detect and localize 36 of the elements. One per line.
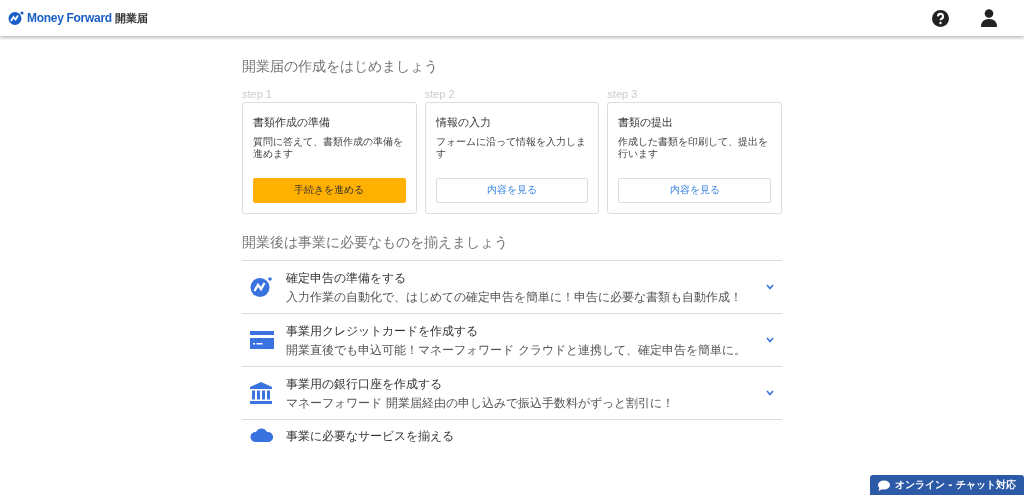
step-description: 作成した書類を印刷して、提出を行います (618, 136, 770, 161)
section-heading: 開業届の作成をはじめましょう (242, 58, 439, 76)
service-description: 入力作業の自動化で、はじめての確定申告を簡単に！申告に必要な書類も自動作成！ (286, 289, 743, 305)
credit-card-icon (250, 331, 274, 349)
chevron-down-icon[interactable] (766, 337, 774, 343)
service-row[interactable]: 確定申告の準備をする 入力作業の自動化で、はじめての確定申告を簡単に！申告に必要な書類も自動作成！ (242, 261, 782, 314)
step-title: 書類の提出 (618, 115, 675, 130)
service-row[interactable]: 事業用の銀行口座を作成する マネーフォワード 開業届経由の申し込みで振込手数料がずっと割引に！ (242, 367, 782, 420)
step-title: 情報の入力 (435, 115, 492, 130)
chevron-down-icon[interactable] (766, 284, 774, 290)
help-icon[interactable] (932, 9, 949, 27)
proceed-button[interactable]: 手続きを進める (253, 178, 406, 203)
bank-icon (250, 382, 272, 404)
service-title: 確定申告の準備をする (286, 269, 407, 287)
service-description: マネーフォワード 開業届経由の申し込みで振込手数料がずっと割引に！ (286, 395, 675, 411)
step-title: 書類作成の準備 (253, 115, 331, 130)
product-name: 開業届 (114, 10, 148, 26)
chat-button[interactable]: オンライン - チャット対応 (869, 475, 1024, 495)
service-title: 事業用の銀行口座を作成する (286, 375, 443, 393)
service-row[interactable]: 事業用クレジットカードを作成する 開業直後でも申込可能！マネーフォワード クラウドと連携して、確定申告を簡単に。 (242, 314, 782, 367)
step-description: フォームに沿って情報を入力します (435, 136, 587, 161)
logo-icon (8, 11, 24, 25)
speech-bubble-icon (877, 479, 890, 491)
chevron-down-icon[interactable] (766, 390, 774, 396)
user-icon[interactable] (981, 9, 997, 27)
view-button[interactable]: 内容を見る (435, 178, 589, 203)
cloud-icon (250, 428, 274, 442)
chart-logo-icon (250, 277, 272, 297)
step-description: 質問に答えて、書類作成の準備を進めます (253, 136, 404, 161)
service-row[interactable]: 事業に必要なサービスを揃える (242, 420, 782, 445)
section-heading: 開業後は事業に必要なものを揃えましょう (242, 234, 509, 252)
logo-text: Money Forward (27, 11, 112, 25)
service-description: 開業直後でも申込可能！マネーフォワード クラウドと連携して、確定申告を簡単に。 (286, 342, 747, 358)
service-title: 事業用クレジットカードを作成する (286, 322, 479, 340)
view-button[interactable]: 内容を見る (618, 178, 771, 203)
service-title: 事業に必要なサービスを揃える (286, 428, 455, 445)
